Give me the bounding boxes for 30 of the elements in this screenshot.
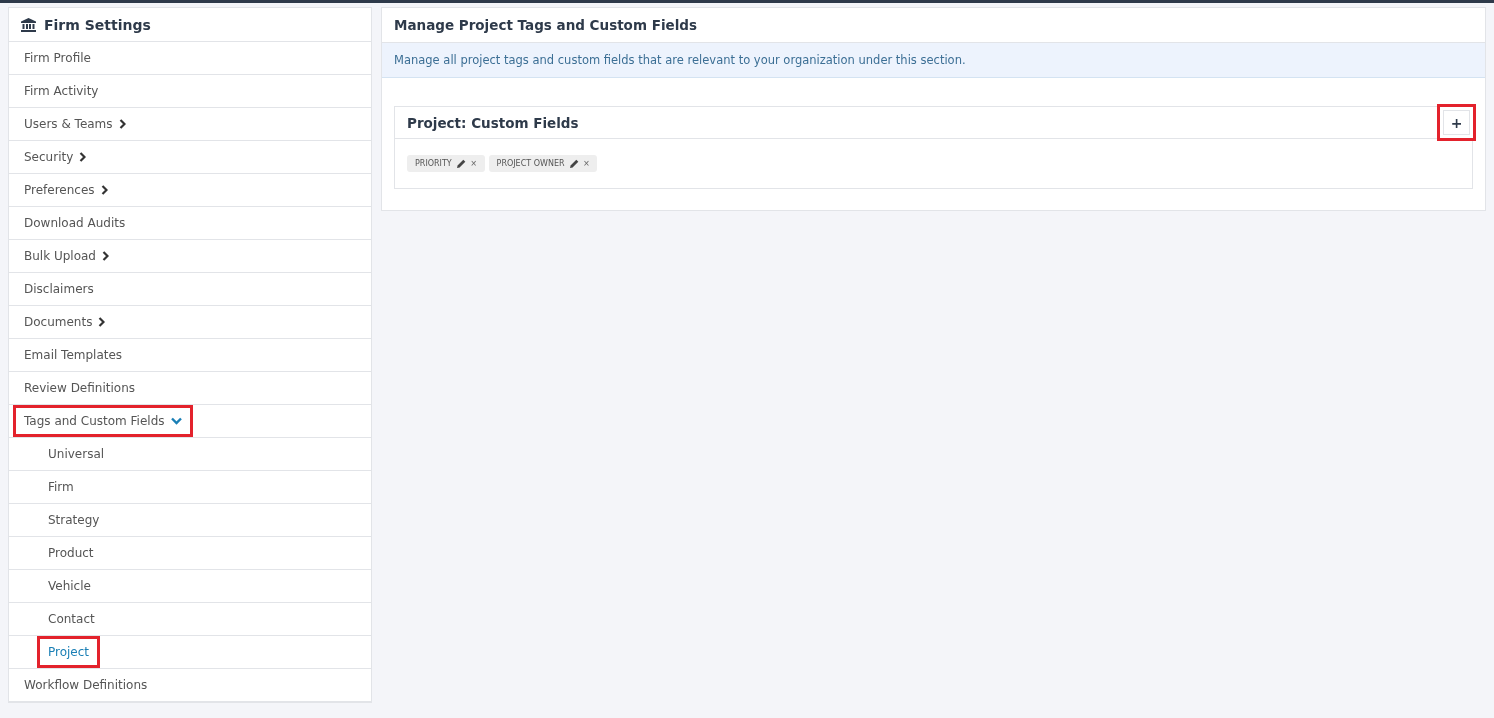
sidebar-item[interactable]: Security (13, 141, 98, 173)
sidebar-item[interactable]: Disclaimers (13, 273, 105, 305)
sidebar-item[interactable]: Strategy (37, 504, 111, 536)
sidebar-item[interactable]: Email Templates (13, 339, 134, 371)
sidebar-item[interactable]: Review Definitions (13, 372, 146, 404)
pencil-icon[interactable] (456, 159, 466, 168)
remove-button[interactable]: × (583, 158, 590, 169)
sidebar-item[interactable]: Workflow Definitions (13, 669, 159, 701)
sidebar-item[interactable]: Vehicle (37, 570, 102, 602)
remove-button[interactable]: × (470, 158, 477, 169)
tag-label: PROJECT OWNER (496, 159, 565, 168)
sidebar-item[interactable]: Preferences (13, 174, 119, 206)
sidebar-item[interactable]: Documents (13, 306, 117, 338)
sidebar-item[interactable]: Project (37, 636, 101, 668)
info-banner: Manage all project tags and custom fields that are relevant to your organization under this section. (382, 43, 1485, 78)
card-title: Project: Custom Fields (407, 114, 579, 131)
sidebar-title: Firm Settings (44, 16, 151, 33)
sidebar-item[interactable]: Download Audits (13, 207, 137, 239)
sidebar-item[interactable]: Firm (37, 471, 85, 503)
sidebar-item[interactable]: Bulk Upload (13, 240, 120, 272)
sidebar-item[interactable]: Firm Activity (13, 75, 110, 107)
sidebar-item[interactable]: Product (37, 537, 105, 569)
sidebar-item[interactable]: Tags and Custom Fields (13, 405, 193, 437)
sidebar-item[interactable]: Firm Profile (13, 42, 102, 74)
tag-label: PRIORITY (415, 159, 452, 168)
pencil-icon[interactable] (569, 159, 579, 168)
sidebar-item[interactable]: Universal (37, 438, 116, 470)
sidebar-item[interactable]: Contact (37, 603, 106, 635)
bank-icon (21, 17, 36, 32)
sidebar-item[interactable]: Users & Teams (13, 108, 137, 140)
